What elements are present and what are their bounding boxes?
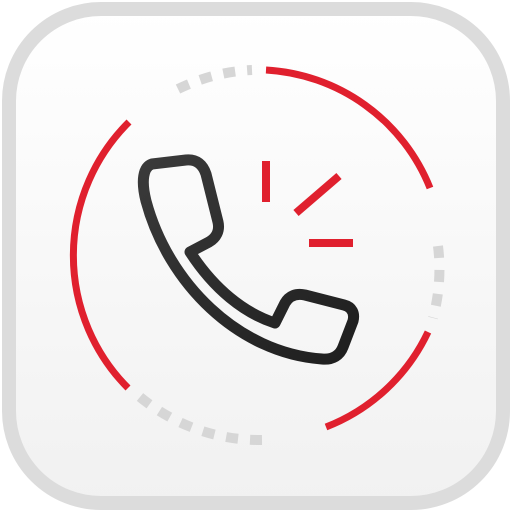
- app-icon-graphic: [2, 2, 510, 510]
- app-icon-tile[interactable]: [0, 0, 512, 512]
- tile-background: [2, 2, 510, 510]
